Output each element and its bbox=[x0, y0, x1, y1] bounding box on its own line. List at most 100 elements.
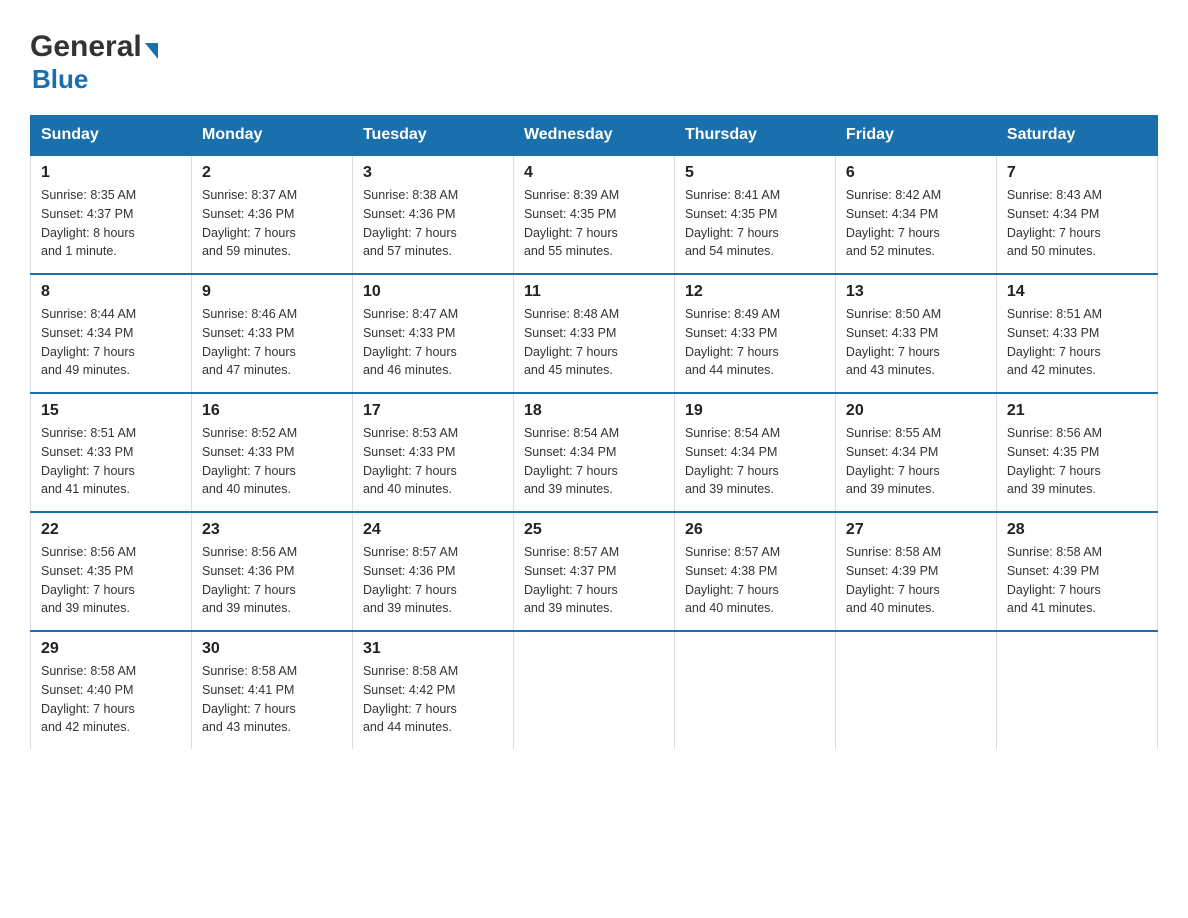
day-info: Sunrise: 8:57 AMSunset: 4:38 PMDaylight:… bbox=[685, 543, 825, 618]
calendar-cell bbox=[996, 631, 1157, 749]
day-info: Sunrise: 8:41 AMSunset: 4:35 PMDaylight:… bbox=[685, 186, 825, 261]
calendar-cell: 13 Sunrise: 8:50 AMSunset: 4:33 PMDayligh… bbox=[835, 274, 996, 393]
calendar-cell: 23 Sunrise: 8:56 AMSunset: 4:36 PMDayligh… bbox=[191, 512, 352, 631]
calendar-week-1: 1 Sunrise: 8:35 AMSunset: 4:37 PMDaylight… bbox=[31, 155, 1158, 274]
day-info: Sunrise: 8:58 AMSunset: 4:41 PMDaylight:… bbox=[202, 662, 342, 737]
day-info: Sunrise: 8:53 AMSunset: 4:33 PMDaylight:… bbox=[363, 424, 503, 499]
day-info: Sunrise: 8:49 AMSunset: 4:33 PMDaylight:… bbox=[685, 305, 825, 380]
calendar-cell: 25 Sunrise: 8:57 AMSunset: 4:37 PMDayligh… bbox=[513, 512, 674, 631]
calendar-cell: 4Sunrise: 8:39 AMSunset: 4:35 PMDaylight… bbox=[513, 155, 674, 274]
calendar-cell bbox=[674, 631, 835, 749]
day-info: Sunrise: 8:58 AMSunset: 4:39 PMDaylight:… bbox=[846, 543, 986, 618]
day-number: 30 bbox=[202, 640, 342, 658]
calendar-header-row: SundayMondayTuesdayWednesdayThursdayFrid… bbox=[31, 116, 1158, 156]
day-info: Sunrise: 8:57 AMSunset: 4:37 PMDaylight:… bbox=[524, 543, 664, 618]
day-number: 22 bbox=[41, 521, 181, 539]
day-info: Sunrise: 8:56 AMSunset: 4:35 PMDaylight:… bbox=[1007, 424, 1147, 499]
day-info: Sunrise: 8:39 AMSunset: 4:35 PMDaylight:… bbox=[524, 186, 664, 261]
day-info: Sunrise: 8:52 AMSunset: 4:33 PMDaylight:… bbox=[202, 424, 342, 499]
header-wednesday: Wednesday bbox=[513, 116, 674, 156]
calendar-cell: 7Sunrise: 8:43 AMSunset: 4:34 PMDaylight… bbox=[996, 155, 1157, 274]
calendar-cell: 15 Sunrise: 8:51 AMSunset: 4:33 PMDayligh… bbox=[31, 393, 192, 512]
day-number: 15 bbox=[41, 402, 181, 420]
day-number: 11 bbox=[524, 283, 664, 301]
header-saturday: Saturday bbox=[996, 116, 1157, 156]
day-info: Sunrise: 8:48 AMSunset: 4:33 PMDaylight:… bbox=[524, 305, 664, 380]
day-number: 24 bbox=[363, 521, 503, 539]
calendar-cell: 31Sunrise: 8:58 AMSunset: 4:42 PMDayligh… bbox=[352, 631, 513, 749]
calendar-cell: 24 Sunrise: 8:57 AMSunset: 4:36 PMDayligh… bbox=[352, 512, 513, 631]
calendar-week-5: 29Sunrise: 8:58 AMSunset: 4:40 PMDayligh… bbox=[31, 631, 1158, 749]
day-number: 10 bbox=[363, 283, 503, 301]
calendar-table: SundayMondayTuesdayWednesdayThursdayFrid… bbox=[30, 115, 1158, 749]
day-info: Sunrise: 8:35 AMSunset: 4:37 PMDaylight:… bbox=[41, 186, 181, 261]
logo: General Blue bbox=[30, 30, 158, 95]
calendar-cell: 28 Sunrise: 8:58 AMSunset: 4:39 PMDayligh… bbox=[996, 512, 1157, 631]
header-tuesday: Tuesday bbox=[352, 116, 513, 156]
calendar-cell: 3 Sunrise: 8:38 AMSunset: 4:36 PMDaylight… bbox=[352, 155, 513, 274]
day-number: 6 bbox=[846, 164, 986, 182]
day-number: 25 bbox=[524, 521, 664, 539]
day-number: 9 bbox=[202, 283, 342, 301]
day-info: Sunrise: 8:44 AMSunset: 4:34 PMDaylight:… bbox=[41, 305, 181, 380]
calendar-cell: 10 Sunrise: 8:47 AMSunset: 4:33 PMDayligh… bbox=[352, 274, 513, 393]
day-number: 28 bbox=[1007, 521, 1147, 539]
day-info: Sunrise: 8:38 AMSunset: 4:36 PMDaylight:… bbox=[363, 186, 503, 261]
day-number: 29 bbox=[41, 640, 181, 658]
calendar-cell: 21 Sunrise: 8:56 AMSunset: 4:35 PMDayligh… bbox=[996, 393, 1157, 512]
calendar-cell: 14 Sunrise: 8:51 AMSunset: 4:33 PMDayligh… bbox=[996, 274, 1157, 393]
calendar-cell: 1 Sunrise: 8:35 AMSunset: 4:37 PMDaylight… bbox=[31, 155, 192, 274]
calendar-week-4: 22 Sunrise: 8:56 AMSunset: 4:35 PMDayligh… bbox=[31, 512, 1158, 631]
day-info: Sunrise: 8:56 AMSunset: 4:36 PMDaylight:… bbox=[202, 543, 342, 618]
calendar-cell bbox=[513, 631, 674, 749]
calendar-cell: 30 Sunrise: 8:58 AMSunset: 4:41 PMDayligh… bbox=[191, 631, 352, 749]
day-number: 7 bbox=[1007, 164, 1147, 182]
day-number: 5 bbox=[685, 164, 825, 182]
day-info: Sunrise: 8:56 AMSunset: 4:35 PMDaylight:… bbox=[41, 543, 181, 618]
calendar-cell: 20 Sunrise: 8:55 AMSunset: 4:34 PMDayligh… bbox=[835, 393, 996, 512]
day-number: 8 bbox=[41, 283, 181, 301]
calendar-cell: 2Sunrise: 8:37 AMSunset: 4:36 PMDaylight… bbox=[191, 155, 352, 274]
calendar-cell: 9 Sunrise: 8:46 AMSunset: 4:33 PMDaylight… bbox=[191, 274, 352, 393]
calendar-cell: 8 Sunrise: 8:44 AMSunset: 4:34 PMDaylight… bbox=[31, 274, 192, 393]
calendar-week-3: 15 Sunrise: 8:51 AMSunset: 4:33 PMDayligh… bbox=[31, 393, 1158, 512]
logo-general-text: General bbox=[30, 30, 142, 64]
day-number: 27 bbox=[846, 521, 986, 539]
day-info: Sunrise: 8:51 AMSunset: 4:33 PMDaylight:… bbox=[41, 424, 181, 499]
calendar-cell bbox=[835, 631, 996, 749]
header-sunday: Sunday bbox=[31, 116, 192, 156]
logo-blue-text: Blue bbox=[32, 64, 88, 95]
day-number: 14 bbox=[1007, 283, 1147, 301]
day-number: 16 bbox=[202, 402, 342, 420]
calendar-week-2: 8 Sunrise: 8:44 AMSunset: 4:34 PMDaylight… bbox=[31, 274, 1158, 393]
day-info: Sunrise: 8:55 AMSunset: 4:34 PMDaylight:… bbox=[846, 424, 986, 499]
day-number: 2 bbox=[202, 164, 342, 182]
day-info: Sunrise: 8:57 AMSunset: 4:36 PMDaylight:… bbox=[363, 543, 503, 618]
day-info: Sunrise: 8:50 AMSunset: 4:33 PMDaylight:… bbox=[846, 305, 986, 380]
calendar-cell: 17 Sunrise: 8:53 AMSunset: 4:33 PMDayligh… bbox=[352, 393, 513, 512]
day-number: 1 bbox=[41, 164, 181, 182]
calendar-cell: 26Sunrise: 8:57 AMSunset: 4:38 PMDayligh… bbox=[674, 512, 835, 631]
day-number: 23 bbox=[202, 521, 342, 539]
calendar-cell: 27 Sunrise: 8:58 AMSunset: 4:39 PMDayligh… bbox=[835, 512, 996, 631]
header-thursday: Thursday bbox=[674, 116, 835, 156]
day-info: Sunrise: 8:54 AMSunset: 4:34 PMDaylight:… bbox=[524, 424, 664, 499]
calendar-cell: 5 Sunrise: 8:41 AMSunset: 4:35 PMDaylight… bbox=[674, 155, 835, 274]
day-info: Sunrise: 8:46 AMSunset: 4:33 PMDaylight:… bbox=[202, 305, 342, 380]
day-number: 13 bbox=[846, 283, 986, 301]
day-info: Sunrise: 8:47 AMSunset: 4:33 PMDaylight:… bbox=[363, 305, 503, 380]
calendar-cell: 6Sunrise: 8:42 AMSunset: 4:34 PMDaylight… bbox=[835, 155, 996, 274]
day-info: Sunrise: 8:58 AMSunset: 4:39 PMDaylight:… bbox=[1007, 543, 1147, 618]
day-info: Sunrise: 8:51 AMSunset: 4:33 PMDaylight:… bbox=[1007, 305, 1147, 380]
day-number: 19 bbox=[685, 402, 825, 420]
day-number: 17 bbox=[363, 402, 503, 420]
calendar-cell: 16 Sunrise: 8:52 AMSunset: 4:33 PMDayligh… bbox=[191, 393, 352, 512]
day-number: 20 bbox=[846, 402, 986, 420]
header-monday: Monday bbox=[191, 116, 352, 156]
day-number: 21 bbox=[1007, 402, 1147, 420]
day-number: 3 bbox=[363, 164, 503, 182]
calendar-cell: 11 Sunrise: 8:48 AMSunset: 4:33 PMDayligh… bbox=[513, 274, 674, 393]
calendar-cell: 22 Sunrise: 8:56 AMSunset: 4:35 PMDayligh… bbox=[31, 512, 192, 631]
calendar-cell: 29Sunrise: 8:58 AMSunset: 4:40 PMDayligh… bbox=[31, 631, 192, 749]
header-friday: Friday bbox=[835, 116, 996, 156]
